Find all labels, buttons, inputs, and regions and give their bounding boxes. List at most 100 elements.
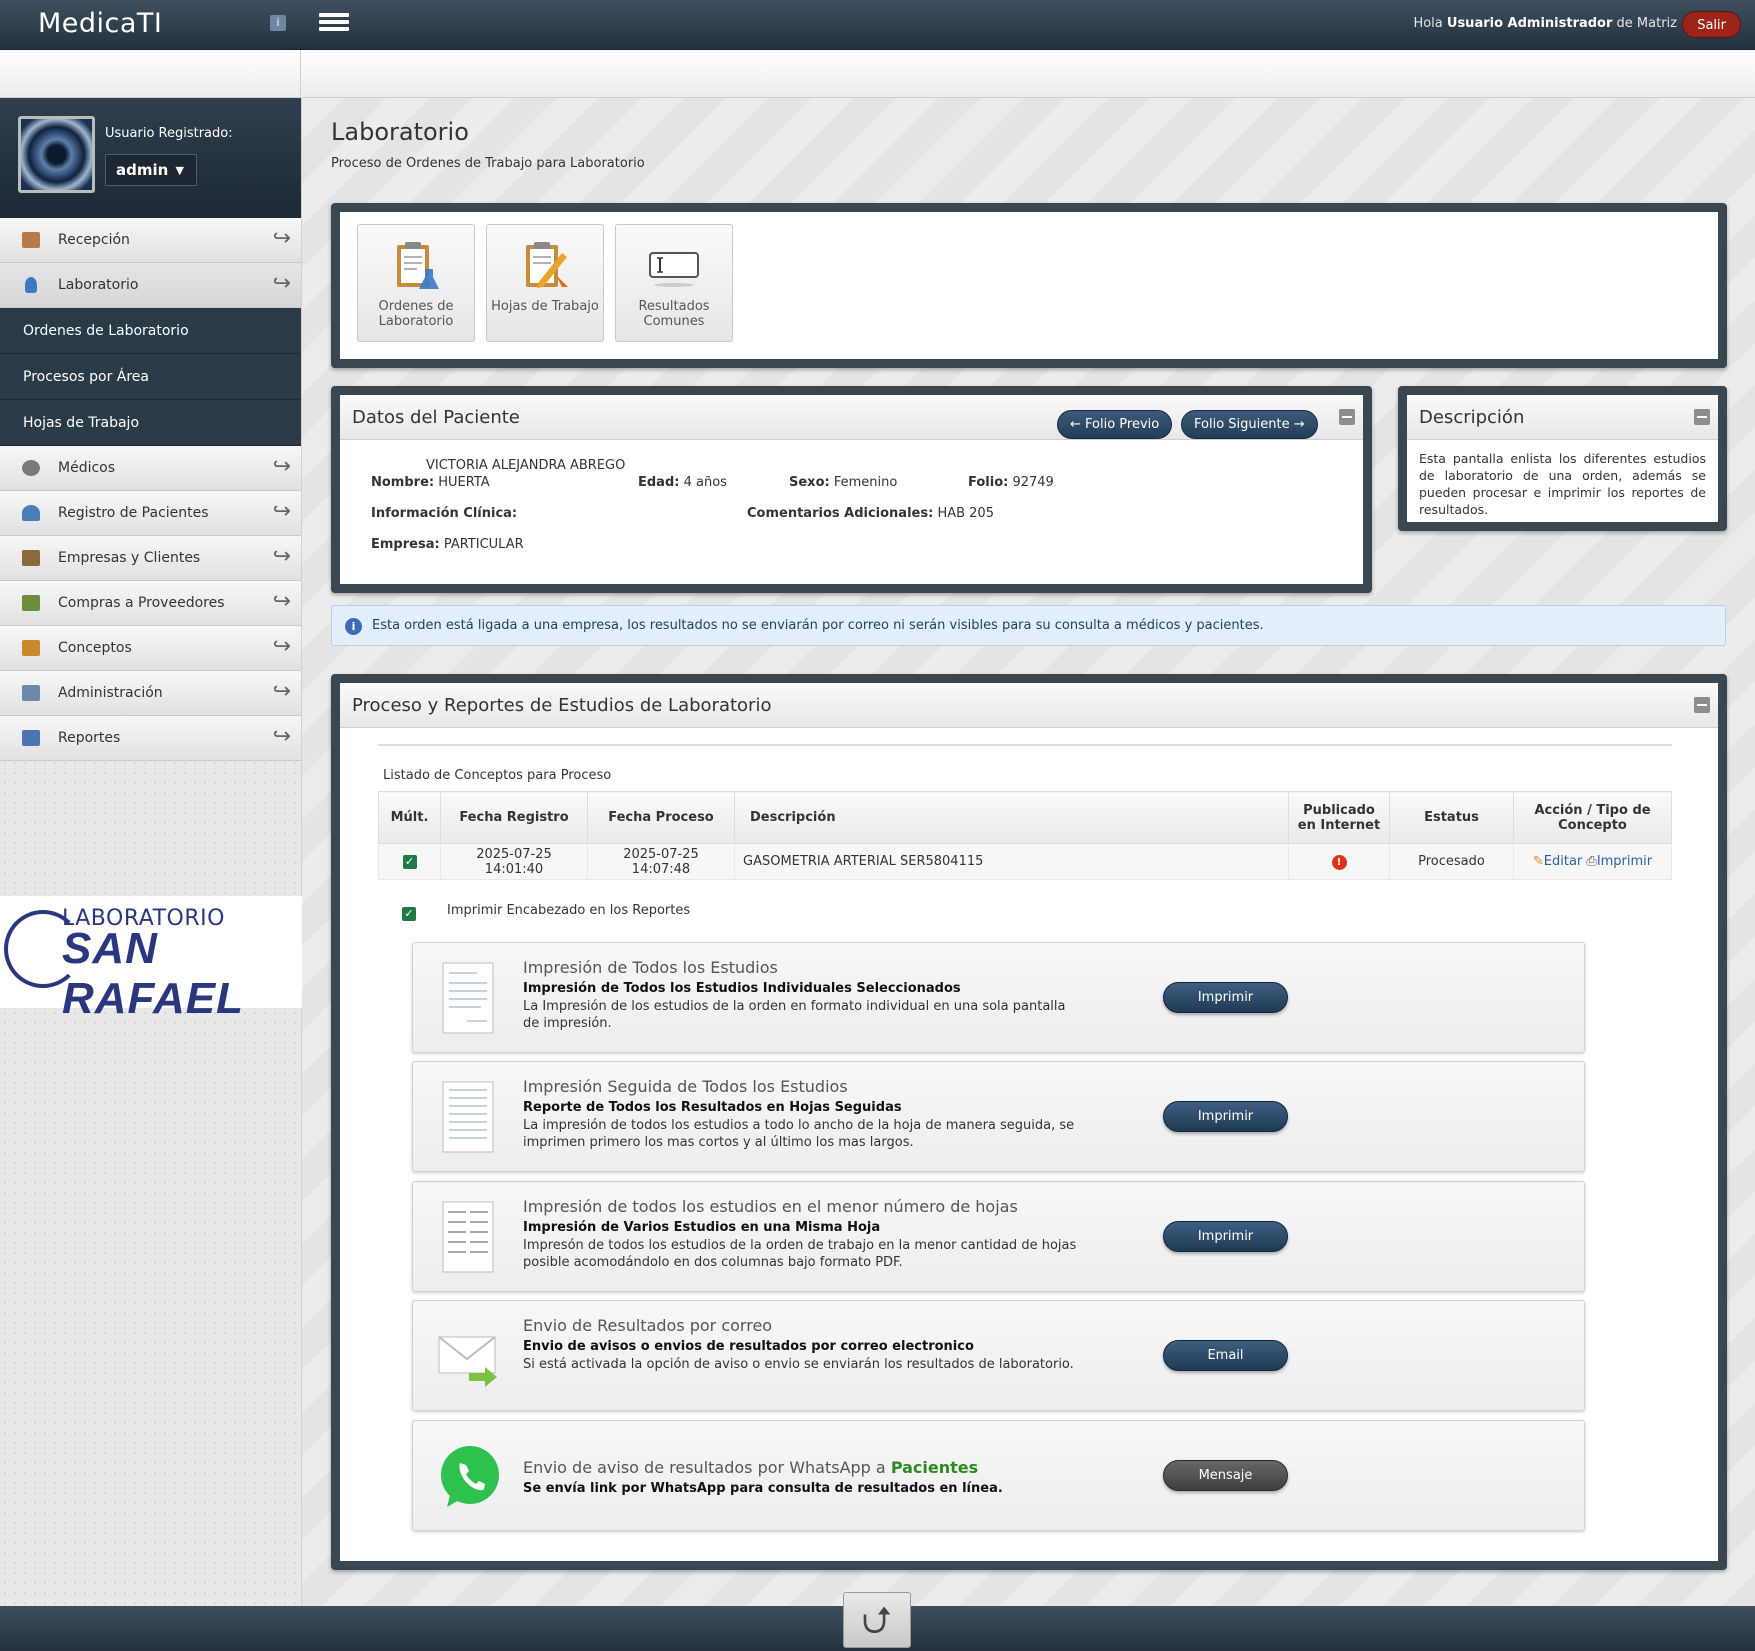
cell-published: ! <box>1288 843 1390 880</box>
table-header-row: Múlt. Fecha Registro Fecha Proceso Descr… <box>378 791 1672 844</box>
sidebar-item-label: Recepción <box>58 232 130 248</box>
option-subtitle: Impresión de Todos los Estudios Individu… <box>523 981 961 996</box>
ordenes-laboratorio-button[interactable]: Ordenes de Laboratorio <box>357 224 475 342</box>
print-link[interactable]: ⎙Imprimir <box>1586 854 1652 869</box>
sidebar-item-administracion[interactable]: Administración ↪ <box>0 671 301 716</box>
option-subtitle: Se envía link por WhatsApp para consulta… <box>523 1481 1003 1496</box>
logo-line2: SAN RAFAEL <box>62 924 244 1023</box>
user-label: Usuario Registrado: <box>105 126 233 141</box>
sidebar-item-pacientes[interactable]: Registro de Pacientes ↪ <box>0 491 301 536</box>
sidebar-item-label: Compras a Proveedores <box>58 595 225 611</box>
edit-link[interactable]: ✎Editar <box>1533 854 1582 869</box>
chevron-right-icon: ↪ <box>272 589 291 614</box>
text-field-icon <box>649 252 699 287</box>
col-mult: Múlt. <box>378 791 441 844</box>
sidebar-item-laboratorio[interactable]: Laboratorio ↪ <box>0 263 301 308</box>
checkbox-checked-icon[interactable]: ✓ <box>402 855 417 869</box>
name-label: Nombre: <box>371 475 435 490</box>
tool-button-label: Ordenes de Laboratorio <box>378 299 454 329</box>
pencil-icon: ✎ <box>1532 854 1544 869</box>
hamburger-icon[interactable] <box>319 10 349 38</box>
description-text: Esta pantalla enlista los diferentes est… <box>1419 451 1706 517</box>
top-bar: MedicaTI i Hola Usuario Administrador de… <box>0 0 1755 50</box>
tool-button-label: Resultados Comunes <box>638 299 710 329</box>
print-continuous-button[interactable]: Imprimir <box>1163 1101 1288 1132</box>
sidebar-item-reportes[interactable]: Reportes ↪ <box>0 716 301 761</box>
option-email: Envio de Resultados por correo Envio de … <box>412 1300 1585 1411</box>
sidebar-subitem-hojas[interactable]: Hojas de Trabajo <box>0 400 301 446</box>
col-publicado: Publicado en Internet <box>1288 791 1390 844</box>
option-title: Impresión de Todos los Estudios <box>523 958 778 977</box>
folio-previo-button[interactable]: ← Folio Previo <box>1057 410 1173 439</box>
email-button[interactable]: Email <box>1163 1340 1288 1371</box>
collapse-icon[interactable] <box>1694 697 1710 713</box>
info-alert: i Esta orden está ligada a una empresa, … <box>331 605 1726 646</box>
header-print-checkbox[interactable]: ✓ <box>402 902 416 921</box>
user-greeting: Hola Usuario Administrador de Matriz <box>1413 16 1677 31</box>
patient-name: Nombre: HUERTA <box>371 475 490 490</box>
description-title: Descripción <box>1419 407 1525 428</box>
alert-text: Esta orden está ligada a una empresa, lo… <box>372 618 1264 633</box>
checkbox-checked-icon[interactable]: ✓ <box>402 907 416 921</box>
sidebar-subitem-ordenes[interactable]: Ordenes de Laboratorio <box>0 308 301 354</box>
document-lines-icon <box>442 1081 494 1153</box>
chevron-right-icon: ↪ <box>272 634 291 659</box>
age-label: Edad: <box>638 475 680 490</box>
patient-panel: Datos del Paciente ← Folio Previo Folio … <box>331 386 1372 593</box>
option-title: Impresión de todos los estudios en el me… <box>523 1197 1018 1216</box>
collapse-icon[interactable] <box>1339 409 1355 425</box>
option-title-highlight: Pacientes <box>890 1458 979 1477</box>
sidebar-item-label: Empresas y Clientes <box>58 550 201 566</box>
reception-icon <box>22 232 40 248</box>
document-icon <box>442 962 494 1034</box>
patient-age: Edad: 4 años <box>638 475 727 490</box>
envelope-arrow-icon <box>438 1336 497 1387</box>
user-box: Usuario Registrado: admin <box>0 98 301 218</box>
info-icon[interactable]: i <box>270 15 286 31</box>
collapse-icon[interactable] <box>1694 409 1710 425</box>
sidebar-subitem-procesos[interactable]: Procesos por Área <box>0 354 301 400</box>
clinical-info: Información Clínica: <box>371 506 517 521</box>
process-panel-title: Proceso y Reportes de Estudios de Labora… <box>352 695 772 716</box>
logout-button[interactable]: Salir <box>1682 11 1741 38</box>
folio-siguiente-button[interactable]: Folio Siguiente → <box>1181 410 1318 439</box>
sidebar-item-recepcion[interactable]: Recepción ↪ <box>0 218 301 263</box>
table-row: ✓ 2025-07-25 14:01:40 2025-07-25 14:07:4… <box>378 843 1672 880</box>
clipboard-pencil-icon <box>526 242 568 288</box>
hojas-trabajo-button[interactable]: Hojas de Trabajo <box>486 224 604 342</box>
sidebar-item-compras[interactable]: Compras a Proveedores ↪ <box>0 581 301 626</box>
arrow-up-icon[interactable]: ⮍ <box>843 1592 911 1648</box>
avatar <box>18 116 95 193</box>
info-circle-icon: i <box>345 618 362 635</box>
print-compact-button[interactable]: Imprimir <box>1163 1221 1288 1252</box>
warning-red-icon: ! <box>1331 854 1347 870</box>
option-print-all: Impresión de Todos los Estudios Impresió… <box>412 942 1585 1053</box>
folio-label: Folio: <box>968 475 1009 490</box>
option-description: Impresón de todos los estudios de la ord… <box>523 1238 1077 1270</box>
patient-name-line1: VICTORIA ALEJANDRA ABREGO <box>426 458 626 473</box>
admin-icon <box>22 685 40 701</box>
row-checkbox-cell[interactable]: ✓ <box>378 843 441 880</box>
patient-folio: Folio: 92749 <box>968 475 1054 490</box>
flask-icon <box>25 277 37 293</box>
col-fecha-registro: Fecha Registro <box>440 791 588 844</box>
sidebar-item-conceptos[interactable]: Conceptos ↪ <box>0 626 301 671</box>
user-select[interactable]: admin <box>105 154 197 186</box>
page-title: Laboratorio <box>331 118 469 146</box>
print-label: Imprimir <box>1596 854 1653 869</box>
company-label: Empresa: <box>371 537 440 552</box>
whatsapp-message-button[interactable]: Mensaje <box>1163 1460 1288 1491</box>
option-description: Si está activada la opción de aviso o en… <box>523 1357 1074 1372</box>
description-panel-header: Descripción <box>1407 395 1718 440</box>
name-value: HUERTA <box>438 475 490 490</box>
sidebar: Usuario Registrado: admin Recepción ↪ La… <box>0 98 302 1606</box>
sidebar-item-empresas[interactable]: Empresas y Clientes ↪ <box>0 536 301 581</box>
sidebar-item-label: Administración <box>58 685 163 701</box>
resultados-comunes-button[interactable]: Resultados Comunes <box>615 224 733 342</box>
print-all-button[interactable]: Imprimir <box>1163 982 1288 1013</box>
option-subtitle: Impresión de Varios Estudios en una Mism… <box>523 1220 881 1235</box>
supplier-icon <box>22 595 40 611</box>
box-icon <box>22 640 40 656</box>
greeting-user: Usuario Administrador <box>1446 16 1613 31</box>
sidebar-item-medicos[interactable]: Médicos ↪ <box>0 446 301 491</box>
